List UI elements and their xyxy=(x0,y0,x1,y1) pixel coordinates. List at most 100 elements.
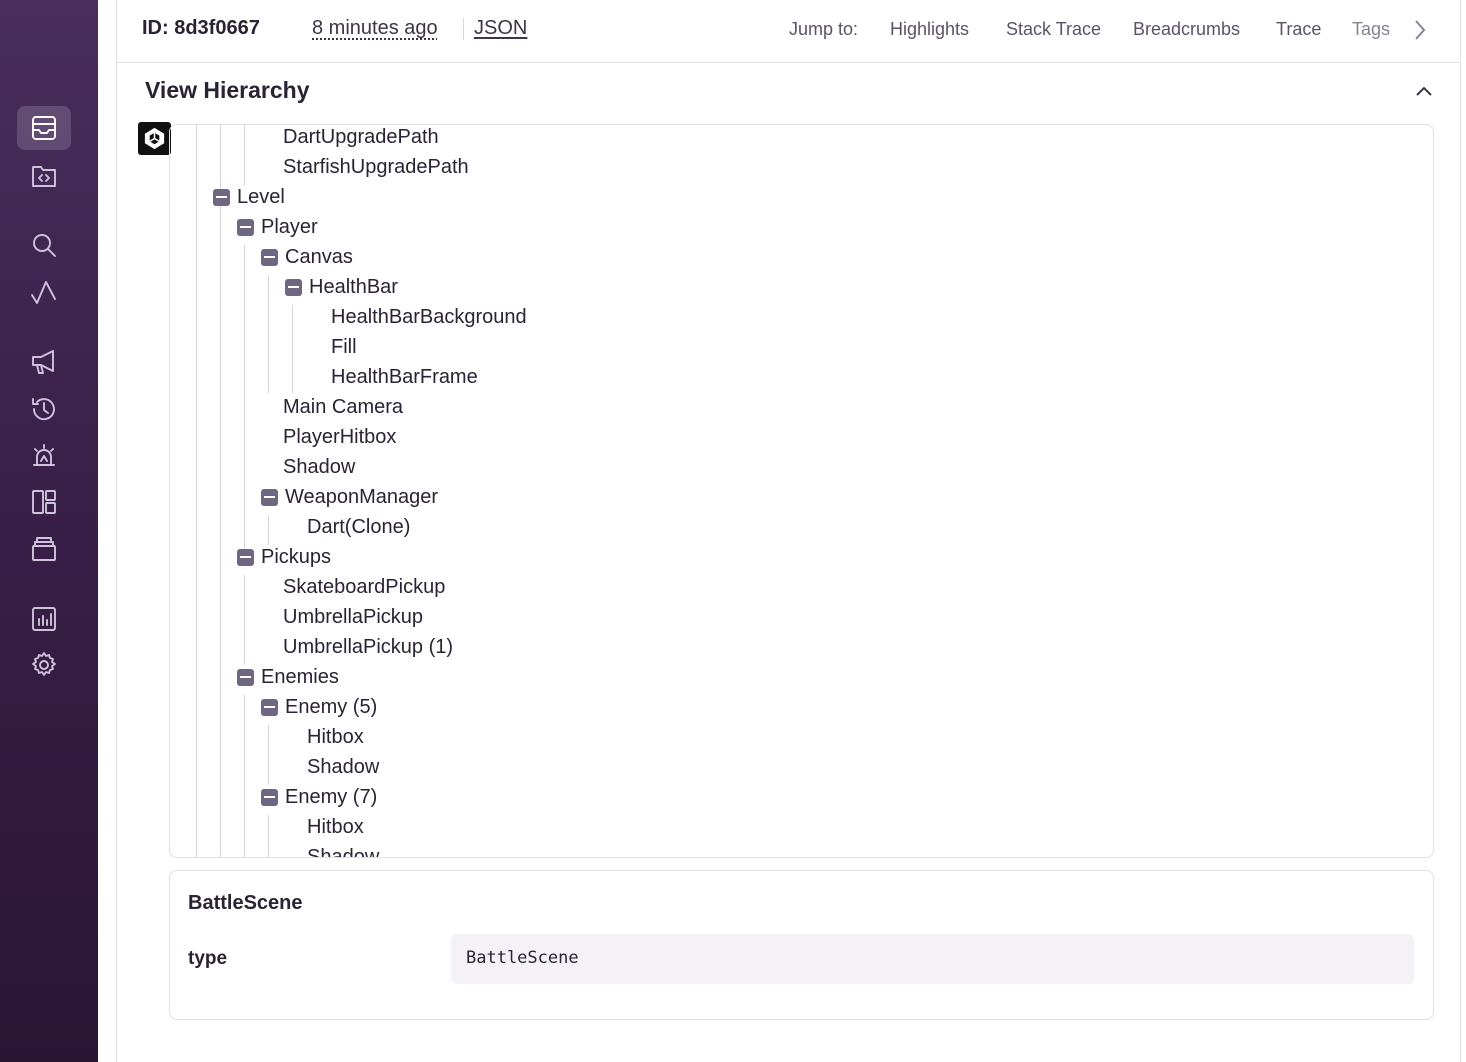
issues-icon xyxy=(32,116,56,140)
sidebar-item-dashboards[interactable] xyxy=(17,480,71,524)
tree-node-label: Shadow xyxy=(307,845,380,858)
collapse-toggle-icon[interactable] xyxy=(213,188,230,206)
collapse-toggle-icon[interactable] xyxy=(237,218,254,236)
tree-node-label: HealthBarFrame xyxy=(331,365,478,388)
sidebar-item-performance[interactable] xyxy=(17,270,71,314)
chevron-up-icon[interactable] xyxy=(1413,80,1435,102)
tree-guide-line xyxy=(268,515,269,545)
divider xyxy=(463,18,464,40)
tree-node-enemy-5[interactable]: Enemy (5) xyxy=(261,692,377,722)
section-title: View Hierarchy xyxy=(145,77,310,103)
event-header: ID: 8d3f0667 8 minutes ago JSON Jump to:… xyxy=(117,0,1461,63)
tree-node-umbrellapickup-1[interactable]: UmbrellaPickup (1) xyxy=(283,632,453,662)
projects-icon xyxy=(32,166,56,187)
discover-icon xyxy=(32,537,56,561)
collapse-toggle-icon[interactable] xyxy=(261,248,278,266)
tree-node-label: HealthBarBackground xyxy=(331,305,527,328)
tree-node-label: StarfishUpgradePath xyxy=(283,155,469,178)
tree-node-umbrellapickup[interactable]: UmbrellaPickup xyxy=(283,602,423,632)
sidebar-item-issues[interactable] xyxy=(17,106,71,150)
tree-node-shadow[interactable]: Shadow xyxy=(307,842,379,858)
tree-node-healthbarbackground[interactable]: HealthBarBackground xyxy=(331,302,527,332)
tree-node-canvas[interactable]: Canvas xyxy=(261,242,353,272)
tree-guide-line xyxy=(244,695,245,857)
tree-node-label: SkateboardPickup xyxy=(283,575,446,598)
collapse-toggle-icon[interactable] xyxy=(237,548,254,566)
sidebar-item-releases[interactable] xyxy=(17,340,71,384)
sidebar-item-projects[interactable] xyxy=(17,154,71,198)
tree-node-label: Dart(Clone) xyxy=(307,515,411,538)
collapse-toggle-icon[interactable] xyxy=(261,698,278,716)
tree-node-label: HealthBar xyxy=(309,275,398,298)
tree-node-hitbox[interactable]: Hitbox xyxy=(307,812,364,842)
tree-node-label: Shadow xyxy=(283,455,356,478)
tree-node-skateboardpickup[interactable]: SkateboardPickup xyxy=(283,572,445,602)
tree-node-dart-clone[interactable]: Dart(Clone) xyxy=(307,512,410,542)
tree-node-label: DartUpgradePath xyxy=(283,125,439,148)
tree-node-starfishupgradepath[interactable]: StarfishUpgradePath xyxy=(283,152,469,182)
tree-node-label: Enemies xyxy=(261,665,339,688)
tree-guide-line xyxy=(244,245,245,565)
tree-node-healthbar[interactable]: HealthBar xyxy=(285,272,398,302)
tree-node-label: Hitbox xyxy=(307,725,364,748)
alerts-icon xyxy=(33,444,55,466)
time-ago-link[interactable]: 8 minutes ago xyxy=(312,17,438,40)
tree-guide-line xyxy=(268,725,269,785)
dashboards-icon xyxy=(32,490,56,514)
unity-icon xyxy=(138,122,171,155)
tree-node-dartupgradepath[interactable]: DartUpgradePath xyxy=(283,125,439,152)
jump-to-label: Jump to: xyxy=(789,19,859,39)
jump-trace-link[interactable]: Trace xyxy=(1276,19,1321,40)
collapse-toggle-icon[interactable] xyxy=(261,788,278,806)
releases-icon xyxy=(32,350,54,374)
performance-icon xyxy=(31,281,56,304)
tree-guide-line xyxy=(292,305,293,393)
tree-node-label: Enemy (5) xyxy=(285,695,378,718)
collapse-toggle-icon[interactable] xyxy=(237,668,254,686)
tree-node-player[interactable]: Player xyxy=(237,212,318,242)
sidebar-item-history[interactable] xyxy=(17,387,71,431)
chevron-right-icon[interactable] xyxy=(1413,18,1427,42)
tree-node-healthbarframe[interactable]: HealthBarFrame xyxy=(331,362,478,392)
tree-node-enemies[interactable]: Enemies xyxy=(237,662,339,692)
event-detail-panel: ID: 8d3f0667 8 minutes ago JSON Jump to:… xyxy=(116,0,1461,1062)
tree-guide-line xyxy=(244,125,245,185)
tree-node-shadow[interactable]: Shadow xyxy=(283,452,355,482)
tree-node-main-camera[interactable]: Main Camera xyxy=(283,392,403,422)
sidebar-item-stats[interactable] xyxy=(17,597,71,641)
tree-guide-line xyxy=(220,125,221,857)
tree-node-label: Shadow xyxy=(307,755,380,778)
tree-node-enemy-7[interactable]: Enemy (7) xyxy=(261,782,377,812)
view-hierarchy-tree: DartUpgradePath StarfishUpgradePath Leve… xyxy=(169,124,1434,858)
tree-node-label: Player xyxy=(261,215,318,238)
node-details-title: BattleScene xyxy=(188,892,303,914)
tree-node-label: PlayerHitbox xyxy=(283,425,397,448)
sidebar-item-discover[interactable] xyxy=(17,527,71,571)
tree-node-weaponmanager[interactable]: WeaponManager xyxy=(261,482,438,512)
tree-node-shadow[interactable]: Shadow xyxy=(307,752,379,782)
json-link[interactable]: JSON xyxy=(474,17,527,40)
detail-key: type xyxy=(188,948,228,969)
jump-tags-link[interactable]: Tags xyxy=(1352,19,1390,40)
jump-breadcrumbs-link[interactable]: Breadcrumbs xyxy=(1133,19,1240,40)
tree-node-fill[interactable]: Fill xyxy=(331,332,357,362)
tree-node-label: WeaponManager xyxy=(285,485,439,508)
tree-node-level[interactable]: Level xyxy=(213,182,285,212)
collapse-toggle-icon[interactable] xyxy=(261,488,278,506)
tree-node-pickups[interactable]: Pickups xyxy=(237,542,331,572)
sidebar xyxy=(0,0,98,1062)
sidebar-item-alerts[interactable] xyxy=(17,434,71,478)
tree-node-playerhitbox[interactable]: PlayerHitbox xyxy=(283,422,396,452)
tree-node-hitbox[interactable]: Hitbox xyxy=(307,722,364,752)
jump-highlights-link[interactable]: Highlights xyxy=(890,19,969,40)
sidebar-item-settings[interactable] xyxy=(17,643,71,687)
tree-node-label: UmbrellaPickup xyxy=(283,605,424,628)
tree-node-label: Canvas xyxy=(285,245,353,268)
collapse-toggle-icon[interactable] xyxy=(285,278,302,296)
jump-stack-trace-link[interactable]: Stack Trace xyxy=(1006,19,1101,40)
sidebar-item-search[interactable] xyxy=(17,223,71,267)
settings-icon xyxy=(32,652,56,676)
tree-node-label: Hitbox xyxy=(307,815,364,838)
event-id: ID: 8d3f0667 xyxy=(142,17,260,39)
search-icon xyxy=(33,234,56,257)
